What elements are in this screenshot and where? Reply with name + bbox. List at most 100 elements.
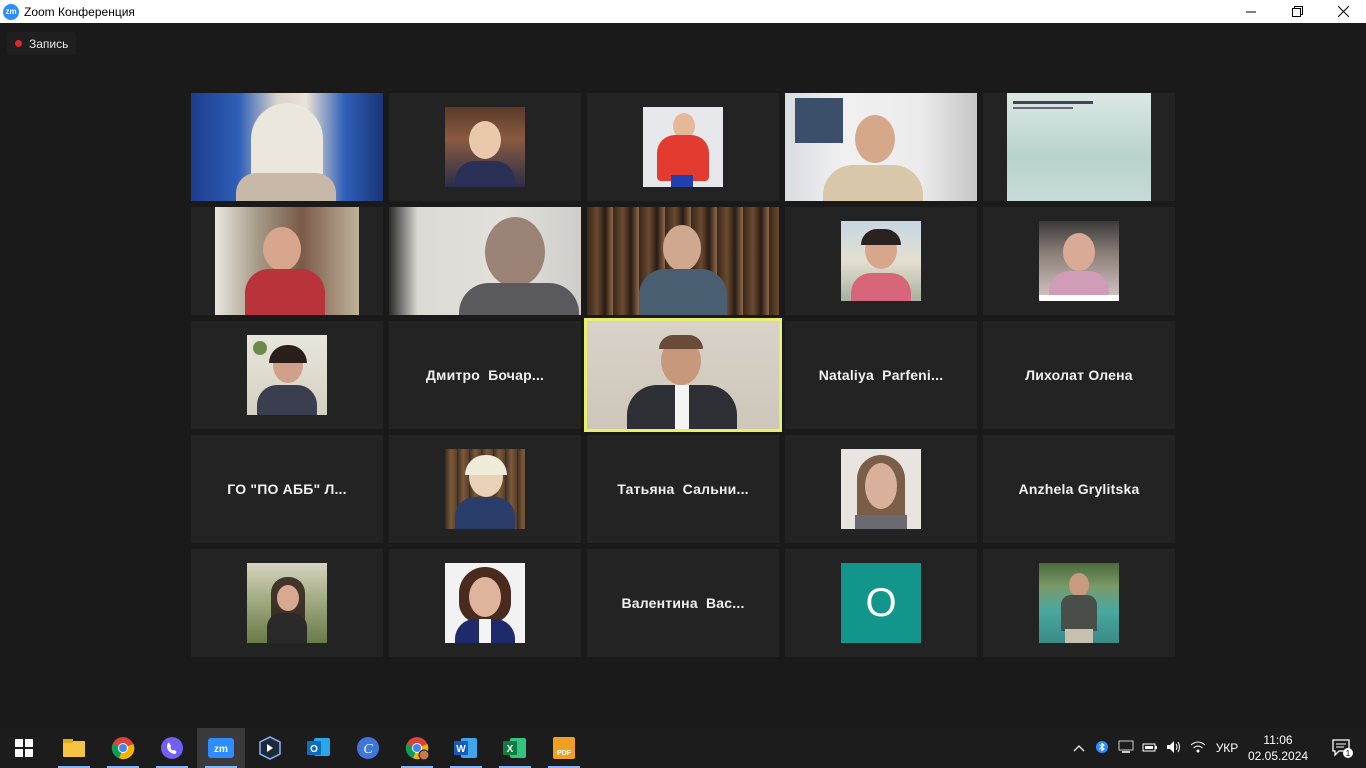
volume-button[interactable] [1162,740,1186,757]
taskbar-clock[interactable]: 11:06 02.05.2024 [1248,732,1308,764]
language-indicator[interactable]: УКР [1210,741,1244,755]
battery-button[interactable] [1138,741,1162,756]
start-button[interactable] [0,728,48,768]
participant-tile[interactable] [389,435,581,543]
device-icon [1118,740,1134,753]
taskbar-canva[interactable]: C [344,728,392,768]
svg-text:C: C [363,742,373,757]
window-controls [1228,0,1366,23]
participant-tile[interactable] [983,549,1175,657]
chrome-profile-icon [405,737,429,760]
viber-icon [161,737,183,759]
participant-avatar [445,563,525,643]
participant-name: Nataliya Parfeni... [818,367,944,383]
participant-tile[interactable] [191,207,383,315]
participant-name: Лихолат Олена [1025,367,1133,383]
participant-tile[interactable] [389,93,581,201]
participant-tile[interactable] [785,435,977,543]
participant-tile[interactable]: Татьяна Сальни... [587,435,779,543]
participant-avatar [841,221,921,301]
bluetooth-icon [1096,740,1108,753]
show-hidden-icons-button[interactable] [1068,741,1090,755]
bluetooth-button[interactable] [1090,740,1114,757]
active-speaker-tile[interactable] [584,318,782,432]
recording-indicator[interactable]: Запись [7,32,77,55]
participant-name: Дмитро Бочар... [425,367,545,383]
participant-tile[interactable]: Anzhela Grylitska [983,435,1175,543]
participant-tile[interactable] [389,207,581,315]
participant-tile[interactable] [785,93,977,201]
svg-text:PDF: PDF [557,750,572,757]
file-explorer-icon [63,739,85,757]
participant-tile[interactable] [587,93,779,201]
taskbar-pdf[interactable]: PDF [540,728,588,768]
notification-center-button[interactable]: 1 [1318,728,1366,768]
participant-video [191,93,383,201]
svg-text:X: X [507,744,514,755]
participant-video [215,207,359,315]
taskbar-app[interactable] [246,728,294,768]
clock-date: 02.05.2024 [1248,749,1309,763]
participant-tile[interactable] [983,207,1175,315]
outlook-icon: O [307,738,330,756]
windows-start-icon [15,739,33,757]
device-button[interactable] [1114,740,1138,757]
taskbar-zoom[interactable]: zm [197,728,245,768]
restore-button[interactable] [1274,0,1320,23]
svg-text:1: 1 [1346,749,1351,758]
participant-tile[interactable] [389,549,581,657]
taskbar-file-explorer[interactable] [50,728,98,768]
participant-avatar [247,335,327,415]
participant-avatar [841,449,921,529]
participant-video [785,93,977,201]
app-icon [259,736,281,760]
word-icon: W [454,738,477,758]
battery-plug-icon [1142,743,1157,751]
network-button[interactable] [1186,740,1210,757]
participant-tile[interactable] [587,207,779,315]
taskbar-word[interactable]: W [442,728,490,768]
svg-text:W: W [456,744,466,755]
zoom-logo-icon: zm [3,3,19,20]
recording-dot-icon [15,40,22,47]
participant-video [1007,93,1151,201]
pdf-icon: PDF [553,737,575,759]
participant-avatar [1039,563,1119,643]
participant-tile[interactable] [191,93,383,201]
restore-icon [1291,6,1303,17]
svg-text:zm: zm [214,744,228,755]
participant-avatar [643,107,723,187]
participant-tile[interactable] [785,207,977,315]
taskbar-viber[interactable] [148,728,196,768]
zoom-icon: zm [208,738,234,758]
participant-name: Anzhela Grylitska [1018,481,1140,497]
participant-tile[interactable]: ГО "ПО АББ" Л... [191,435,383,543]
participant-tile[interactable] [191,321,383,429]
participant-tile[interactable] [191,549,383,657]
taskbar-excel[interactable]: X [491,728,539,768]
system-tray: УКР [1068,728,1244,768]
taskbar-outlook[interactable]: O [295,728,343,768]
participant-video [389,207,581,315]
wifi-icon [1190,741,1206,752]
participant-tile[interactable]: Лихолат Олена [983,321,1175,429]
participant-gallery: Дмитро Бочар... Nataliya Parfeni... Лихо… [191,93,1175,657]
close-icon [1337,6,1349,17]
clock-time: 11:06 [1263,733,1293,747]
participant-avatar [445,107,525,187]
participant-name: ГО "ПО АББ" Л... [227,481,347,497]
participant-video [587,207,779,315]
minimize-button[interactable] [1228,0,1274,23]
participant-tile[interactable] [983,93,1175,201]
svg-text:O: O [310,744,318,755]
taskbar-chrome[interactable] [99,728,147,768]
participant-video [587,321,779,429]
participant-tile[interactable]: Дмитро Бочар... [389,321,581,429]
participant-tile[interactable]: Nataliya Parfeni... [785,321,977,429]
close-button[interactable] [1320,0,1366,23]
participant-avatar [445,449,525,529]
participant-tile[interactable]: O [785,549,977,657]
taskbar-chrome-profile[interactable] [393,728,441,768]
participant-tile[interactable]: Валентина Вас... [587,549,779,657]
notification-icon: 1 [1332,739,1353,758]
